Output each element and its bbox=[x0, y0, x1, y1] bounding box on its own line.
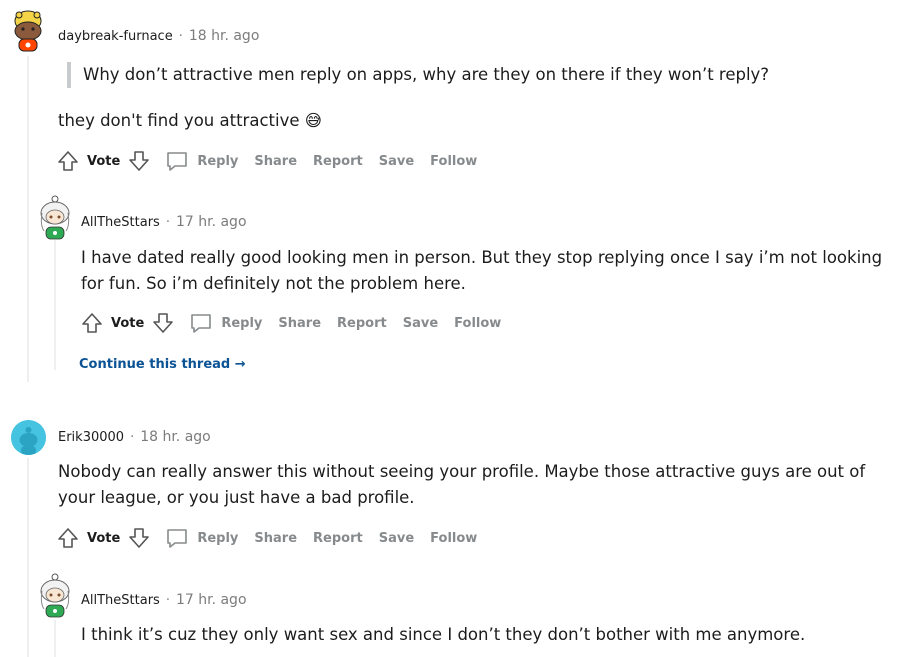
comment-bubble-icon bbox=[165, 526, 189, 550]
author-name[interactable]: AllTheSttars bbox=[81, 215, 160, 230]
vote-label: Vote bbox=[87, 153, 121, 169]
thread-line-3[interactable] bbox=[27, 458, 29, 657]
follow-button[interactable]: Follow bbox=[430, 531, 477, 546]
upvote-icon[interactable] bbox=[80, 311, 104, 335]
downvote-icon[interactable] bbox=[127, 149, 151, 173]
save-button[interactable]: Save bbox=[379, 154, 414, 169]
snoo-avatar-icon bbox=[40, 195, 70, 240]
author-name[interactable]: AllTheSttars bbox=[81, 593, 160, 608]
reply-label: Reply bbox=[197, 530, 239, 546]
reply-label: Reply bbox=[221, 315, 263, 331]
avatar[interactable] bbox=[11, 9, 45, 53]
report-button[interactable]: Report bbox=[337, 316, 387, 331]
snoo-avatar-icon bbox=[40, 573, 70, 618]
save-button[interactable]: Save bbox=[403, 316, 438, 331]
comment-actions: Vote Reply Share Report Save Follow bbox=[56, 524, 493, 552]
share-button[interactable]: Share bbox=[278, 316, 321, 331]
follow-button[interactable]: Follow bbox=[430, 154, 477, 169]
avatar[interactable] bbox=[38, 195, 72, 241]
continue-thread-link[interactable]: Continue this thread → bbox=[79, 357, 246, 372]
snoo-avatar-icon bbox=[11, 420, 46, 455]
comment-bubble-icon bbox=[165, 149, 189, 173]
reply-button[interactable]: Reply bbox=[151, 526, 238, 550]
avatar[interactable] bbox=[11, 420, 46, 455]
avatar[interactable] bbox=[38, 573, 72, 619]
timestamp[interactable]: 18 hr. ago bbox=[140, 429, 211, 445]
timestamp[interactable]: 18 hr. ago bbox=[189, 28, 260, 44]
comment-actions: Vote Reply Share Report Save Follow bbox=[56, 147, 493, 175]
share-button[interactable]: Share bbox=[254, 531, 297, 546]
thread-line-4[interactable] bbox=[54, 620, 56, 657]
comment-body: I think it’s cuz they only want sex and … bbox=[81, 625, 806, 644]
reply-button[interactable]: Reply bbox=[175, 311, 262, 335]
vote-label: Vote bbox=[87, 530, 121, 546]
comment-bubble-icon bbox=[189, 311, 213, 335]
author-name[interactable]: Erik30000 bbox=[58, 430, 124, 445]
share-button[interactable]: Share bbox=[254, 154, 297, 169]
save-button[interactable]: Save bbox=[379, 531, 414, 546]
meta-separator: · bbox=[178, 28, 183, 44]
meta-separator: · bbox=[165, 214, 170, 230]
meta-separator: · bbox=[130, 429, 135, 445]
upvote-icon[interactable] bbox=[56, 526, 80, 550]
blockquote: Why don’t attractive men reply on apps, … bbox=[67, 62, 769, 88]
report-button[interactable]: Report bbox=[313, 531, 363, 546]
vote-label: Vote bbox=[111, 315, 145, 331]
downvote-icon[interactable] bbox=[127, 526, 151, 550]
timestamp[interactable]: 17 hr. ago bbox=[176, 214, 247, 230]
downvote-icon[interactable] bbox=[151, 311, 175, 335]
comment-body: Nobody can really answer this without se… bbox=[58, 462, 866, 507]
thread-line-2[interactable] bbox=[54, 240, 56, 370]
comment-body: I have dated really good looking men in … bbox=[81, 248, 883, 293]
reply-button[interactable]: Reply bbox=[151, 149, 238, 173]
timestamp[interactable]: 17 hr. ago bbox=[176, 592, 247, 608]
meta-separator: · bbox=[165, 592, 170, 608]
comment-text: they don't find you attractive 😅 bbox=[58, 111, 322, 130]
snoo-avatar-icon bbox=[14, 10, 42, 52]
thread-line-1[interactable] bbox=[27, 56, 29, 382]
comment-body: they don't find you attractive 😅 bbox=[58, 108, 322, 134]
author-name[interactable]: daybreak-furnace bbox=[58, 29, 173, 44]
reply-label: Reply bbox=[197, 153, 239, 169]
report-button[interactable]: Report bbox=[313, 154, 363, 169]
comment-actions: Vote Reply Share Report Save Follow bbox=[80, 309, 517, 337]
follow-button[interactable]: Follow bbox=[454, 316, 501, 331]
upvote-icon[interactable] bbox=[56, 149, 80, 173]
